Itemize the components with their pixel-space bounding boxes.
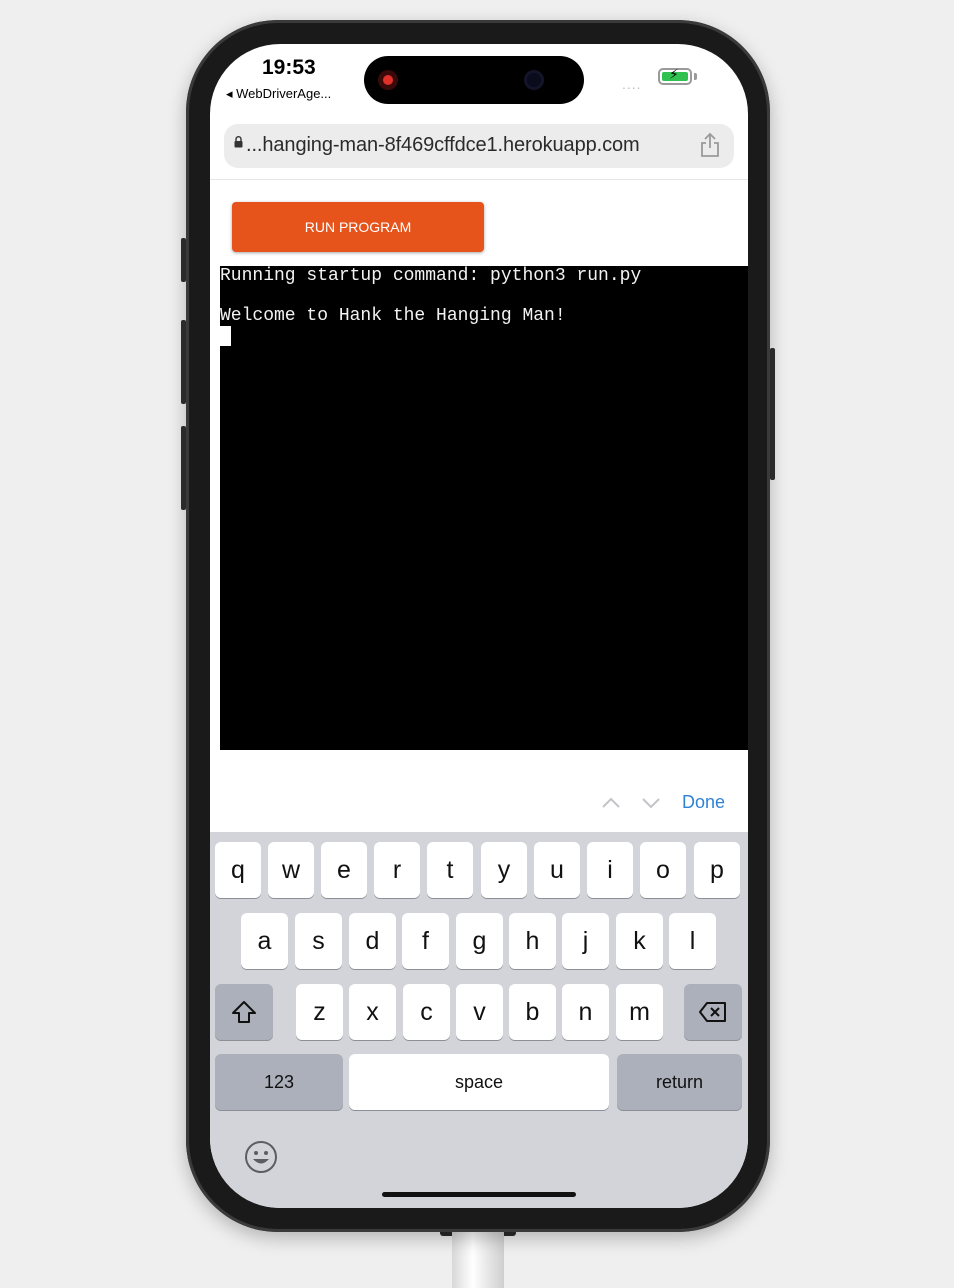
return-key[interactable]: return: [617, 1054, 742, 1110]
numbers-key[interactable]: 123: [215, 1054, 343, 1110]
key-w[interactable]: w: [268, 842, 314, 898]
key-k[interactable]: k: [616, 913, 663, 969]
signal-icon: ....: [622, 76, 642, 92]
key-v[interactable]: v: [456, 984, 503, 1040]
onscreen-keyboard: q w e r t y u i o p a s d f g h j k l z …: [210, 832, 748, 1208]
key-x[interactable]: x: [349, 984, 396, 1040]
recording-indicator-icon: [378, 70, 398, 90]
home-indicator[interactable]: [382, 1192, 576, 1197]
share-icon[interactable]: [698, 132, 722, 158]
key-g[interactable]: g: [456, 913, 503, 969]
key-q[interactable]: q: [215, 842, 261, 898]
terminal-line: Welcome to Hank the Hanging Man!: [220, 306, 566, 326]
backspace-key[interactable]: [684, 984, 742, 1040]
shift-icon: [232, 1001, 256, 1023]
key-j[interactable]: j: [562, 913, 609, 969]
key-u[interactable]: u: [534, 842, 580, 898]
key-m[interactable]: m: [616, 984, 663, 1040]
next-field-chevron-down-icon[interactable]: [642, 794, 660, 812]
key-f[interactable]: f: [402, 913, 449, 969]
previous-field-chevron-up-icon[interactable]: [602, 794, 620, 812]
terminal-line: Running startup command: python3 run.py: [220, 266, 642, 286]
key-e[interactable]: e: [321, 842, 367, 898]
battery-icon: ⚡: [658, 66, 692, 85]
key-y[interactable]: y: [481, 842, 527, 898]
back-to-app-link[interactable]: ◂ WebDriverAge...: [226, 86, 331, 102]
key-l[interactable]: l: [669, 913, 716, 969]
key-s[interactable]: s: [295, 913, 342, 969]
lock-icon: [234, 136, 243, 148]
key-i[interactable]: i: [587, 842, 633, 898]
charging-bolt-icon: ⚡: [669, 66, 679, 82]
key-d[interactable]: d: [349, 913, 396, 969]
run-program-button[interactable]: RUN PROGRAM: [232, 202, 484, 252]
key-h[interactable]: h: [509, 913, 556, 969]
key-r[interactable]: r: [374, 842, 420, 898]
terminal-output[interactable]: Running startup command: python3 run.py …: [220, 266, 748, 750]
status-time: 19:53: [262, 56, 316, 79]
done-button[interactable]: Done: [682, 792, 725, 813]
action-button: [181, 238, 186, 282]
key-a[interactable]: a: [241, 913, 288, 969]
charging-cable: [452, 1228, 504, 1288]
key-c[interactable]: c: [403, 984, 450, 1040]
key-n[interactable]: n: [562, 984, 609, 1040]
toolbar-divider: [210, 179, 748, 180]
space-key[interactable]: space: [349, 1054, 609, 1110]
power-button: [770, 348, 775, 480]
camera-icon: [524, 70, 544, 90]
key-o[interactable]: o: [640, 842, 686, 898]
url-text[interactable]: ...hanging-man-8f469cffdce1.herokuapp.co…: [246, 134, 640, 157]
address-bar[interactable]: ...hanging-man-8f469cffdce1.herokuapp.co…: [224, 124, 734, 168]
shift-key[interactable]: [215, 984, 273, 1040]
terminal-cursor: [220, 326, 231, 346]
keyboard-accessory-bar: Done: [210, 780, 748, 832]
key-z[interactable]: z: [296, 984, 343, 1040]
battery-tip: [694, 73, 697, 80]
phone-screen: 19:53 ◂ WebDriverAge... .... ⚡ ...hangin…: [210, 44, 748, 1208]
volume-down-button: [181, 426, 186, 510]
volume-up-button: [181, 320, 186, 404]
key-t[interactable]: t: [427, 842, 473, 898]
backspace-icon: [699, 1002, 726, 1022]
key-p[interactable]: p: [694, 842, 740, 898]
dynamic-island: [364, 56, 584, 104]
key-b[interactable]: b: [509, 984, 556, 1040]
emoji-icon[interactable]: [244, 1140, 278, 1174]
